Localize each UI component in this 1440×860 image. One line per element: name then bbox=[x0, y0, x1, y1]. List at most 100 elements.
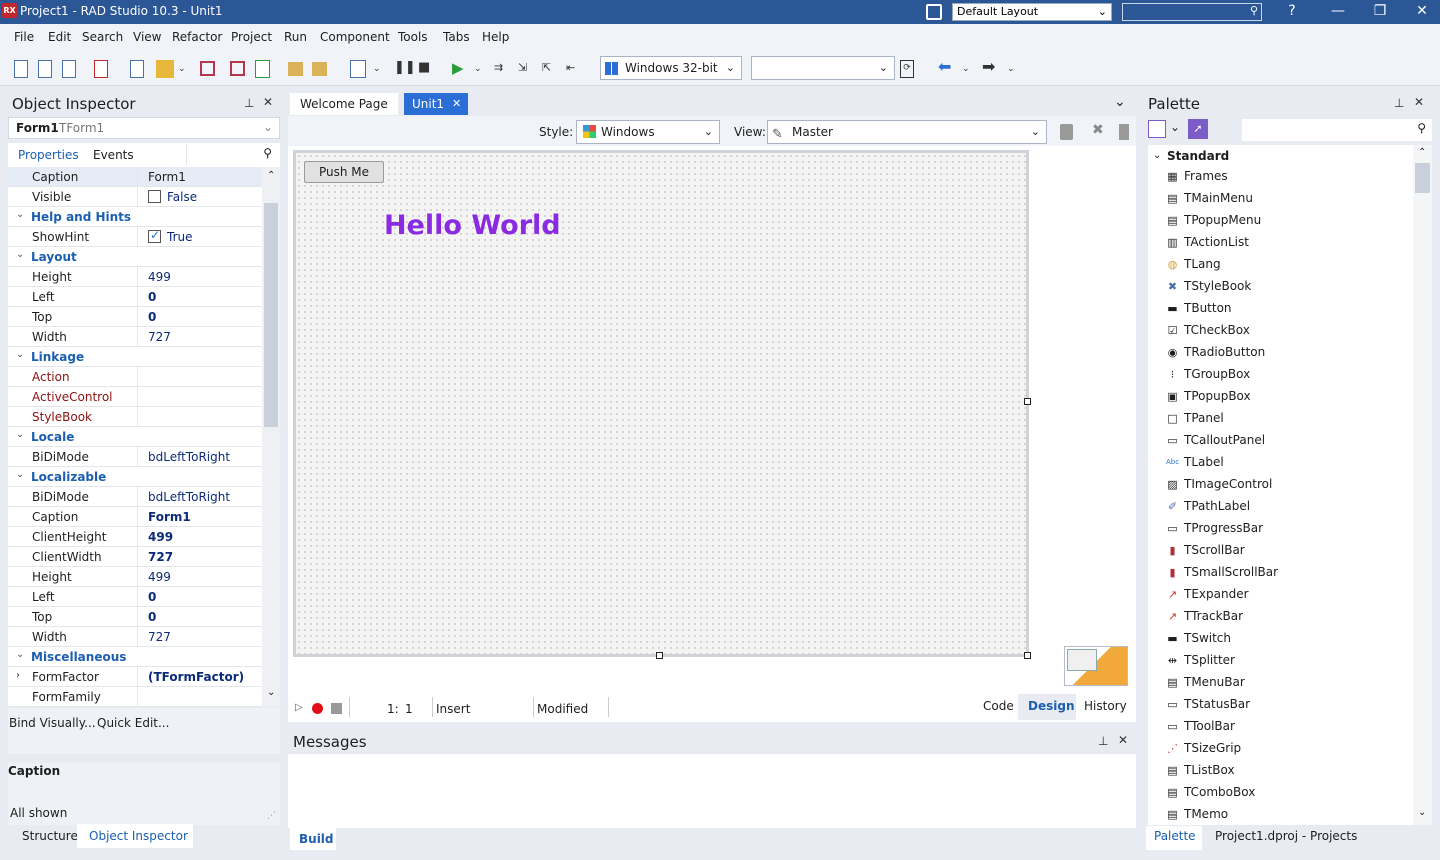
property-value[interactable]: 0 bbox=[148, 290, 156, 304]
back-arrow-icon[interactable]: ⬅ bbox=[938, 58, 956, 76]
layout-desktop-icon[interactable] bbox=[926, 4, 942, 20]
property-row[interactable]: Height 499 bbox=[8, 567, 262, 587]
property-row[interactable]: BiDiMode bdLeftToRight bbox=[8, 447, 262, 467]
tab-properties[interactable]: Properties bbox=[18, 148, 79, 162]
new-file-icon[interactable] bbox=[14, 60, 28, 78]
select-pointer-icon[interactable]: ➚ bbox=[1188, 119, 1208, 139]
resize-handle-corner[interactable] bbox=[1024, 652, 1031, 659]
palette-item-tmenubar[interactable]: TMenuBar bbox=[1184, 675, 1245, 689]
record-macro-icon[interactable] bbox=[312, 703, 323, 714]
tab-build-active[interactable]: Build bbox=[290, 828, 336, 850]
device-icon[interactable] bbox=[1060, 124, 1073, 140]
scroll-up-icon[interactable]: ⌃ bbox=[267, 170, 275, 181]
restore-button[interactable]: ❐ bbox=[1360, 0, 1400, 24]
property-row[interactable]: ClientHeight 499 bbox=[8, 527, 262, 547]
bind-visually-link[interactable]: Bind Visually... bbox=[9, 716, 96, 730]
palette-item-tlabel[interactable]: TLabel bbox=[1184, 455, 1224, 469]
collapse-icon[interactable]: ⌄ bbox=[16, 349, 24, 360]
add-to-project-icon[interactable] bbox=[288, 62, 303, 76]
palette-item-tstylebook[interactable]: TStyleBook bbox=[1184, 279, 1251, 293]
property-row[interactable]: Action bbox=[8, 367, 262, 387]
pin-icon[interactable]: ⊥ bbox=[244, 96, 254, 110]
property-value[interactable]: 499 bbox=[148, 530, 173, 544]
expand-icon[interactable]: › bbox=[16, 670, 20, 681]
palette-item-tlang[interactable]: TLang bbox=[1184, 257, 1221, 271]
collapse-icon[interactable]: ⌄ bbox=[16, 429, 24, 440]
tab-list-chevron-icon[interactable]: ⌄ bbox=[1114, 94, 1126, 110]
style-select[interactable]: Windows ⌄ bbox=[576, 120, 720, 144]
palette-item-tswitch[interactable]: TSwitch bbox=[1184, 631, 1231, 645]
tab-palette[interactable]: Palette bbox=[1154, 829, 1196, 843]
menu-search[interactable]: Search bbox=[82, 30, 123, 44]
palette-item-tcheckbox[interactable]: TCheckBox bbox=[1184, 323, 1250, 337]
palette-item-tpathlabel[interactable]: TPathLabel bbox=[1184, 499, 1250, 513]
toggle-form-unit-icon[interactable] bbox=[350, 60, 366, 78]
pin-icon[interactable]: ⊥ bbox=[1394, 96, 1404, 110]
property-row[interactable]: Width 727 bbox=[8, 627, 262, 647]
open-icon[interactable] bbox=[130, 60, 144, 78]
close-tab-icon[interactable]: ✕ bbox=[452, 97, 461, 110]
collapse-icon[interactable]: ⌄ bbox=[1153, 150, 1161, 161]
ide-search-input[interactable]: ⚲ bbox=[1122, 3, 1262, 21]
palette-item-tlistbox[interactable]: TListBox bbox=[1184, 763, 1235, 777]
property-category[interactable]: ⌄ Linkage bbox=[8, 347, 262, 367]
menu-file[interactable]: File bbox=[14, 30, 34, 44]
property-row[interactable]: Width 727 bbox=[8, 327, 262, 347]
property-value[interactable]: (TFormFactor) bbox=[148, 670, 244, 684]
property-row[interactable]: Top 0 bbox=[8, 307, 262, 327]
property-value[interactable]: 499 bbox=[148, 270, 171, 284]
collapse-icon[interactable]: ⌄ bbox=[16, 649, 24, 660]
palette-categories-icon[interactable] bbox=[1148, 120, 1166, 138]
push-me-button[interactable]: Push Me bbox=[304, 161, 384, 183]
palette-item-tsmallscrollbar[interactable]: TSmallScrollBar bbox=[1184, 565, 1278, 579]
tab-events[interactable]: Events bbox=[93, 148, 134, 162]
palette-item-texpander[interactable]: TExpander bbox=[1184, 587, 1249, 601]
scroll-down-icon[interactable]: ⌄ bbox=[1418, 807, 1426, 818]
menu-tools[interactable]: Tools bbox=[398, 30, 428, 44]
property-row[interactable]: BiDiMode bdLeftToRight bbox=[8, 487, 262, 507]
build-config-select[interactable]: ⌄ bbox=[751, 56, 895, 80]
resize-handle-right[interactable] bbox=[1024, 398, 1031, 405]
stop-icon[interactable]: ■ bbox=[418, 59, 436, 77]
tab-structure[interactable]: Structure bbox=[22, 829, 78, 843]
new-items-icon[interactable] bbox=[38, 60, 52, 78]
property-row[interactable]: Left 0 bbox=[8, 287, 262, 307]
play-macro-icon[interactable]: ▷ bbox=[295, 702, 303, 713]
palette-item-tcombobox[interactable]: TComboBox bbox=[1184, 785, 1255, 799]
remove-from-project-icon[interactable] bbox=[312, 62, 327, 76]
tab-design[interactable]: Design bbox=[1028, 699, 1075, 713]
palette-item-tsizegrip[interactable]: TSizeGrip bbox=[1184, 741, 1241, 755]
remove-view-icon[interactable]: ✖ bbox=[1092, 122, 1104, 138]
scroll-down-icon[interactable]: ⌄ bbox=[267, 687, 275, 698]
checkbox[interactable] bbox=[148, 190, 161, 203]
collapse-icon[interactable]: ⌄ bbox=[16, 209, 24, 220]
property-value[interactable]: 0 bbox=[148, 610, 156, 624]
new-form-icon[interactable] bbox=[62, 60, 76, 78]
menu-tabs[interactable]: Tabs bbox=[443, 30, 470, 44]
view-select[interactable]: ✎ Master ⌄ bbox=[767, 120, 1047, 144]
property-value[interactable]: Form1 bbox=[148, 170, 186, 184]
save-project-icon[interactable] bbox=[255, 60, 270, 78]
palette-item-tgroupbox[interactable]: TGroupBox bbox=[1184, 367, 1250, 381]
close-icon[interactable]: ✕ bbox=[1414, 95, 1424, 109]
palette-item-tactionlist[interactable]: TActionList bbox=[1184, 235, 1249, 249]
open-project-icon[interactable] bbox=[156, 60, 174, 78]
property-row[interactable]: Top 0 bbox=[8, 607, 262, 627]
tab-design-active[interactable]: Design bbox=[1018, 694, 1076, 720]
hello-world-label[interactable]: Hello World bbox=[384, 210, 561, 241]
menu-run[interactable]: Run bbox=[284, 30, 307, 44]
chevron-down-icon[interactable]: ⌄ bbox=[1007, 60, 1025, 78]
property-row[interactable]: ShowHint True bbox=[8, 227, 262, 247]
chevron-down-icon[interactable]: ⌄ bbox=[178, 60, 196, 78]
palette-item-tprogressbar[interactable]: TProgressBar bbox=[1184, 521, 1263, 535]
tab-projects[interactable]: Project1.dproj - Projects bbox=[1215, 829, 1357, 843]
save-icon[interactable] bbox=[200, 61, 215, 76]
property-row[interactable]: Height 499 bbox=[8, 267, 262, 287]
chevron-down-icon[interactable]: ⌄ bbox=[373, 60, 391, 78]
menu-view[interactable]: View bbox=[133, 30, 161, 44]
property-row[interactable]: Caption Form1 bbox=[8, 507, 262, 527]
menu-help[interactable]: Help bbox=[482, 30, 509, 44]
step-over-icon[interactable]: ⇉ bbox=[494, 59, 512, 77]
palette-scrollbar[interactable]: ⌃ ⌄ bbox=[1413, 145, 1432, 825]
minimize-button[interactable]: — bbox=[1318, 0, 1358, 24]
